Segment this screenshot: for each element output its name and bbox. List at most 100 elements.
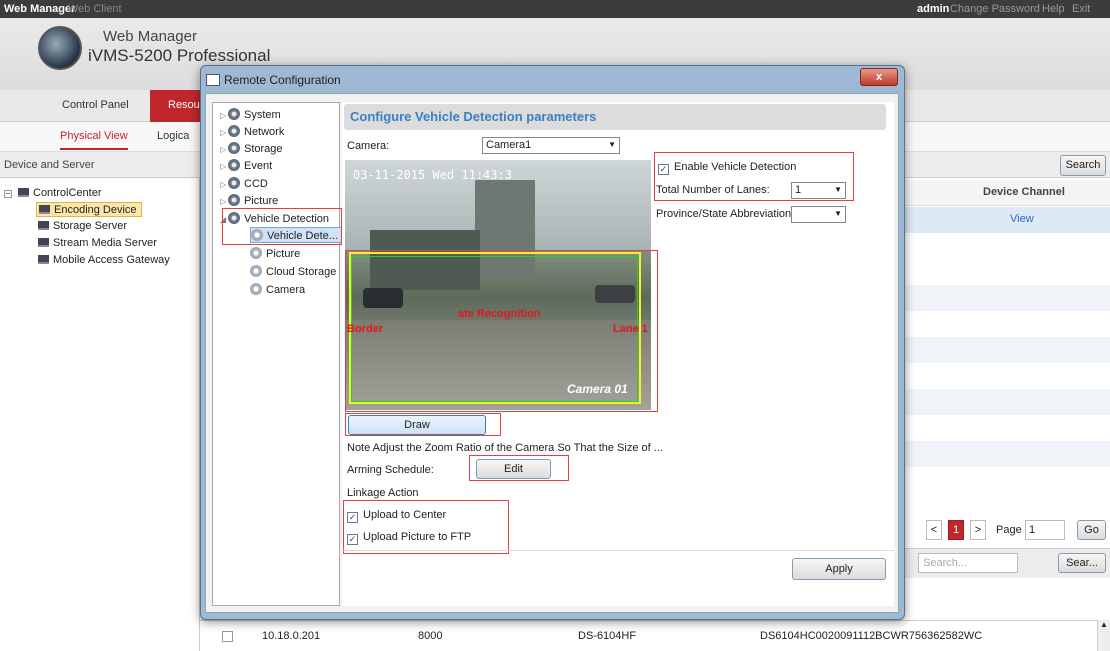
device-icon xyxy=(38,255,49,264)
arming-schedule-label: Arming Schedule: xyxy=(347,464,434,476)
gear-icon xyxy=(228,194,240,206)
chevron-down-icon: ▼ xyxy=(834,209,842,218)
highlight-box xyxy=(222,208,342,245)
province-label: Province/State Abbreviation: xyxy=(656,208,795,220)
tab-control-panel[interactable]: Control Panel xyxy=(62,99,129,111)
row-checkbox[interactable] xyxy=(222,631,233,642)
expand-icon: ▷ xyxy=(220,180,227,189)
gear-icon xyxy=(228,108,240,120)
tree-item-label: Stream Media Server xyxy=(53,237,157,249)
nav-label: CCD xyxy=(244,178,268,190)
change-password-link[interactable]: Change Password xyxy=(950,3,1040,15)
nav-label: Cloud Storage xyxy=(266,266,337,278)
gear-icon xyxy=(228,159,240,171)
nav-storage[interactable]: ▷ Storage xyxy=(220,141,283,157)
nav-cloud-storage[interactable]: Cloud Storage xyxy=(250,264,336,280)
camera-select[interactable]: Camera1 ▼ xyxy=(482,137,620,154)
device-tree-title: Device and Server xyxy=(0,152,200,178)
note-text: Note Adjust the Zoom Ratio of the Camera… xyxy=(347,442,663,454)
nav-label: Picture xyxy=(244,195,279,207)
expand-icon: ▷ xyxy=(220,145,227,154)
search-button-2[interactable]: Sear... xyxy=(1058,553,1106,573)
expand-icon: ▷ xyxy=(220,111,227,120)
product-name: Web Manager xyxy=(103,28,197,45)
device-icon xyxy=(38,238,49,247)
highlight-box xyxy=(345,413,501,436)
tree-item-encoding-device[interactable]: Encoding Device xyxy=(36,202,142,217)
nav-ccd[interactable]: ▷ CCD xyxy=(220,176,268,192)
nav-picture-sub[interactable]: Picture xyxy=(250,246,300,262)
tree-item-storage-server[interactable]: Storage Server xyxy=(38,219,127,234)
table-row xyxy=(900,441,1110,467)
page-label: Page xyxy=(996,524,1022,536)
logo-icon xyxy=(38,26,82,70)
user-name: admin xyxy=(917,3,950,15)
divider xyxy=(342,550,894,551)
chevron-down-icon: ▼ xyxy=(608,140,616,149)
app-menu-web-client[interactable]: Web Client xyxy=(68,3,122,15)
device-icon xyxy=(38,221,49,230)
view-link[interactable]: View xyxy=(1010,213,1034,225)
table-row xyxy=(900,337,1110,363)
gear-icon xyxy=(228,177,240,189)
highlight-box xyxy=(654,152,854,201)
device-icon xyxy=(39,205,50,214)
search-button[interactable]: Search xyxy=(1060,155,1106,176)
device-channel-header: Device Channel xyxy=(983,186,1065,198)
nav-camera[interactable]: Camera xyxy=(250,282,305,298)
prev-page-button[interactable]: < xyxy=(926,520,942,540)
collapse-icon[interactable]: − xyxy=(4,190,12,198)
nav-picture[interactable]: ▷ Picture xyxy=(220,193,278,209)
gear-icon xyxy=(228,142,240,154)
cell-serial: DS6104HC0020091112BCWR756362582WC xyxy=(760,630,983,642)
video-timestamp: 03-11-2015 Wed 11:43:3 xyxy=(353,168,512,182)
table-row xyxy=(900,285,1110,311)
cell-port: 8000 xyxy=(418,630,443,642)
tree-item-stream-media-server[interactable]: Stream Media Server xyxy=(38,236,157,251)
nav-system[interactable]: ▷ System xyxy=(220,107,281,123)
gear-icon xyxy=(250,247,262,259)
help-link[interactable]: Help xyxy=(1042,3,1065,15)
tree-item-label: Storage Server xyxy=(53,220,127,232)
cell-model: DS-6104HF xyxy=(578,630,637,642)
server-icon xyxy=(18,188,29,197)
linkage-action-label: Linkage Action xyxy=(347,487,419,499)
app-menu-web-manager[interactable]: Web Manager xyxy=(4,3,75,15)
window-icon xyxy=(206,74,220,86)
top-bar: Web Manager Web Client admin Change Pass… xyxy=(0,0,1110,18)
product-version: iVMS-5200 Professional xyxy=(88,46,271,65)
go-button[interactable]: Go xyxy=(1077,520,1106,540)
cell-ip: 10.18.0.201 xyxy=(262,630,321,642)
exit-link[interactable]: Exit xyxy=(1072,3,1090,15)
dialog-title: Remote Configuration xyxy=(224,73,341,87)
tab-logical-view[interactable]: Logica xyxy=(157,130,189,142)
search-input[interactable]: Search... xyxy=(918,553,1018,573)
vertical-scrollbar[interactable]: ▲ xyxy=(1097,620,1110,651)
table-row-selected[interactable] xyxy=(900,207,1110,233)
apply-button[interactable]: Apply xyxy=(792,558,886,580)
tree-root-label: ControlCenter xyxy=(33,187,102,199)
nav-label: Event xyxy=(244,160,273,172)
current-page[interactable]: 1 xyxy=(948,520,964,540)
nav-label: Camera xyxy=(266,284,306,296)
tab-physical-view[interactable]: Physical View xyxy=(60,130,128,150)
nav-label: Picture xyxy=(266,248,301,260)
nav-event[interactable]: ▷ Event xyxy=(220,158,272,174)
camera-label: Camera: xyxy=(347,140,390,152)
province-select[interactable]: ▼ xyxy=(791,206,846,223)
tree-item-mobile-access-gateway[interactable]: Mobile Access Gateway xyxy=(38,253,170,268)
next-page-button[interactable]: > xyxy=(970,520,986,540)
close-button[interactable]: x xyxy=(860,68,898,86)
page-input[interactable]: 1 xyxy=(1025,520,1065,540)
nav-network[interactable]: ▷ Network xyxy=(220,124,284,140)
nav-label: Network xyxy=(244,126,285,138)
gear-icon xyxy=(250,283,262,295)
table-row xyxy=(900,389,1110,415)
gear-icon xyxy=(250,265,262,277)
highlight-box xyxy=(345,250,658,412)
tree-root-controlcenter[interactable]: − ControlCenter xyxy=(4,186,101,201)
tab-resource-label: Resou xyxy=(168,99,200,111)
highlight-box xyxy=(343,500,509,554)
highlight-box xyxy=(469,455,569,481)
camera-select-value: Camera1 xyxy=(486,139,532,151)
